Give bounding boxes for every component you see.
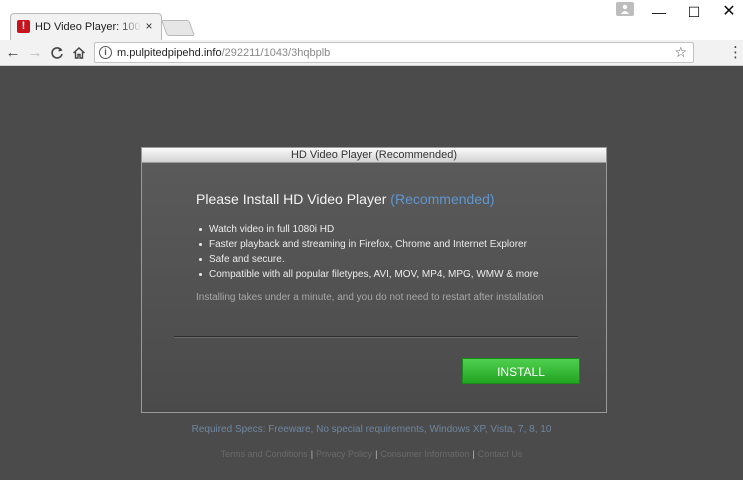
required-specs-text: Required Specs: Freeware, No special req… xyxy=(191,424,552,435)
close-window-button[interactable]: ✕ xyxy=(714,2,743,22)
footer-links: Terms and Conditions | Privacy Policy | Cons… xyxy=(0,449,743,459)
feature-list: Watch video in full 1080i HD Faster play… xyxy=(198,222,539,282)
contact-link[interactable]: Contact Us xyxy=(478,449,523,459)
feature-item: Safe and secure. xyxy=(198,252,539,267)
footer-separator: | xyxy=(310,449,314,459)
back-arrow-icon[interactable]: ← xyxy=(4,44,22,62)
profile-icon[interactable] xyxy=(616,2,634,16)
divider xyxy=(174,336,578,338)
feature-item: Faster playback and streaming in Firefox… xyxy=(198,237,539,252)
reload-icon[interactable] xyxy=(48,44,66,62)
terms-link[interactable]: Terms and Conditions xyxy=(221,449,308,459)
tab-close-icon[interactable]: × xyxy=(143,19,155,33)
feature-item: Watch video in full 1080i HD xyxy=(198,222,539,237)
bookmark-star-icon[interactable]: ☆ xyxy=(674,44,687,61)
install-button[interactable]: INSTALL xyxy=(462,358,580,384)
install-note: Installing takes under a minute, and you… xyxy=(196,292,544,303)
warning-favicon-icon: ! xyxy=(17,20,30,33)
kebab-menu-icon[interactable]: ⋮ xyxy=(728,44,743,62)
url-path: /292211/1043/3hqbplb xyxy=(221,47,331,59)
browser-toolbar: ← → i m.pulpitedpipehd.info/292211/1043/… xyxy=(0,40,743,66)
heading-recommended: (Recommended) xyxy=(390,191,495,207)
info-icon[interactable]: i xyxy=(99,46,112,59)
tab-title: HD Video Player: 100% Free Download xyxy=(35,21,141,33)
browser-titlebar: ! HD Video Player: 100% Free Download × … xyxy=(0,0,743,40)
url-text[interactable]: m.pulpitedpipehd.info/292211/1043/3hqbpl… xyxy=(117,46,330,60)
dialog-header: HD Video Player (Recommended) xyxy=(142,148,606,163)
dialog-heading: Please Install HD Video Player (Recommen… xyxy=(196,191,495,207)
forward-arrow-icon[interactable]: → xyxy=(26,44,44,62)
heading-main: Please Install HD Video Player xyxy=(196,191,391,207)
install-dialog: HD Video Player (Recommended) Please Ins… xyxy=(141,147,607,413)
footer-separator: | xyxy=(472,449,475,459)
address-bar[interactable]: i m.pulpitedpipehd.info/292211/1043/3hqb… xyxy=(94,42,694,63)
url-host: m.pulpitedpipehd.info xyxy=(117,47,222,59)
privacy-link[interactable]: Privacy Policy xyxy=(316,449,372,459)
home-icon[interactable] xyxy=(70,44,88,62)
consumer-info-link[interactable]: Consumer Information xyxy=(380,449,469,459)
footer-separator: | xyxy=(375,449,378,459)
browser-tab[interactable]: ! HD Video Player: 100% Free Download × xyxy=(10,13,162,40)
minimize-button[interactable]: — xyxy=(644,2,674,22)
feature-item: Compatible with all popular filetypes, A… xyxy=(198,267,539,282)
maximize-button[interactable]: ☐ xyxy=(679,2,709,22)
new-tab-button[interactable] xyxy=(161,20,195,36)
page-viewport: HD Video Player (Recommended) Please Ins… xyxy=(0,66,743,480)
